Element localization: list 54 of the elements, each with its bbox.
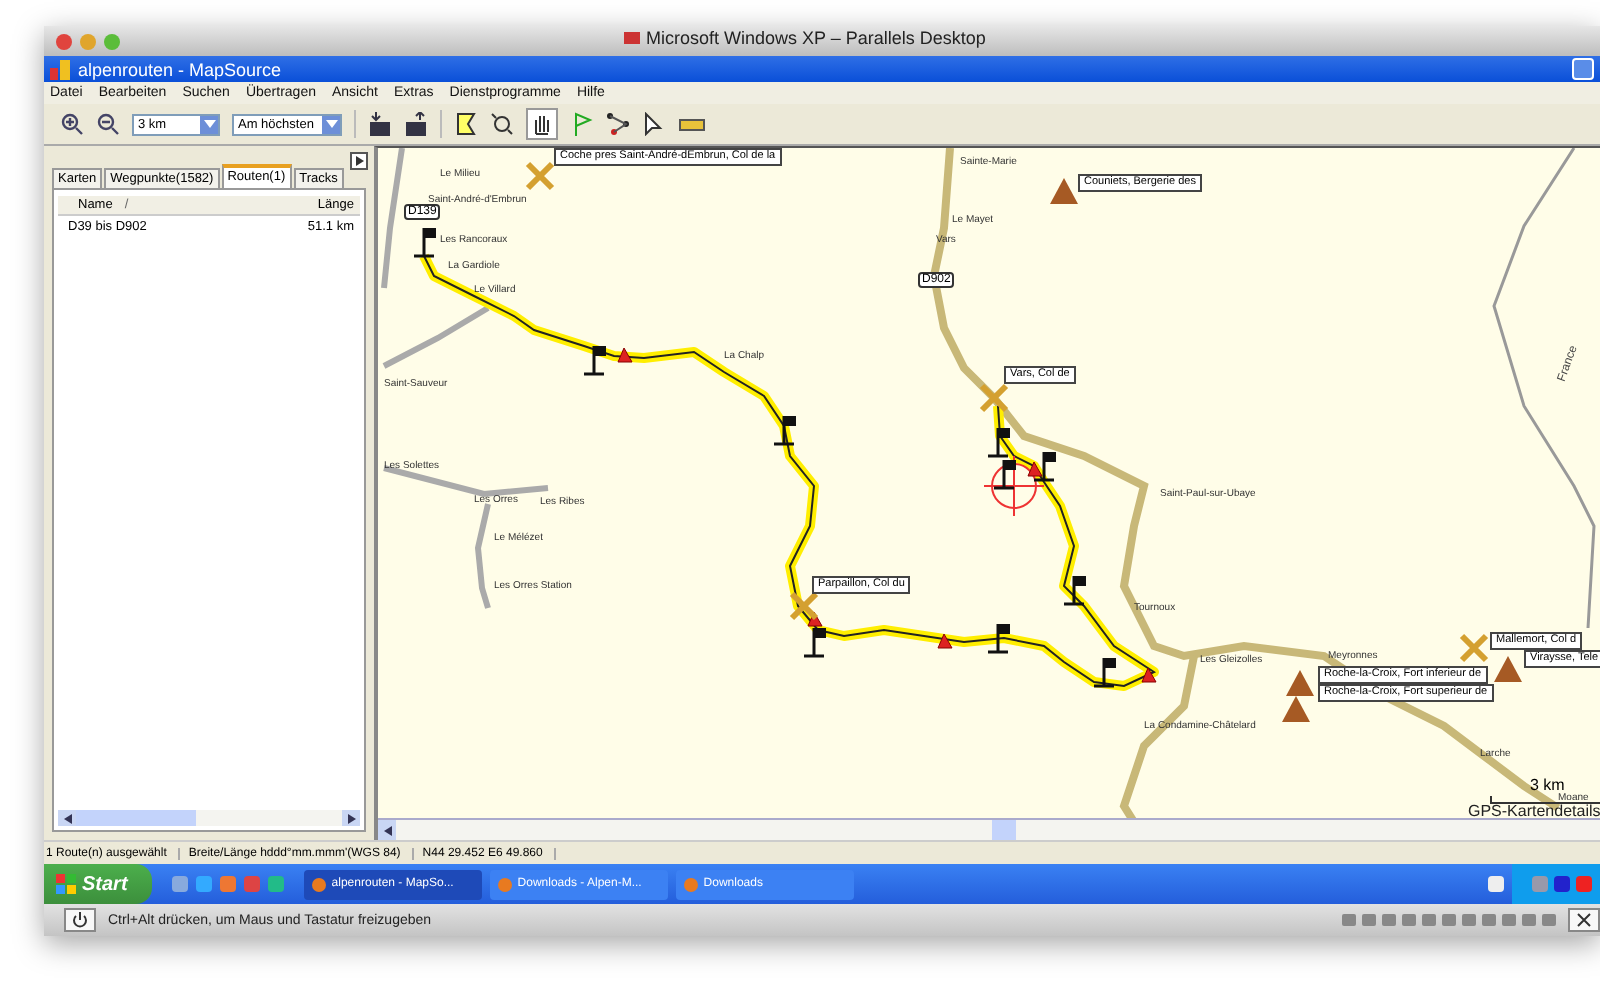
device-receive-icon[interactable] bbox=[368, 112, 392, 136]
scale-label: 3 km bbox=[1530, 776, 1565, 794]
triangle-flag-icon[interactable] bbox=[1141, 667, 1157, 683]
map-detail-label: GPS-Kartendetails bbox=[1468, 802, 1600, 819]
triangle-flag-icon[interactable] bbox=[807, 611, 823, 627]
pointer-icon[interactable] bbox=[642, 112, 666, 136]
ruler-icon[interactable] bbox=[678, 114, 706, 134]
close-button[interactable] bbox=[56, 33, 72, 49]
crosshair-icon bbox=[983, 455, 1045, 517]
help-icon[interactable] bbox=[1488, 876, 1504, 892]
triangle-flag-icon[interactable] bbox=[617, 347, 633, 363]
flag-icon[interactable] bbox=[1062, 574, 1086, 606]
settings-button[interactable] bbox=[1568, 908, 1600, 932]
mountain-icon[interactable] bbox=[1050, 178, 1078, 204]
horizontal-scrollbar[interactable] bbox=[378, 818, 1600, 840]
flag-icon[interactable] bbox=[992, 458, 1016, 490]
window-title: Microsoft Windows XP – Parallels Desktop bbox=[646, 28, 986, 48]
flag-icon[interactable] bbox=[986, 426, 1010, 458]
arrow-icon bbox=[383, 825, 391, 836]
collapse-button[interactable] bbox=[350, 152, 368, 170]
flag-icon[interactable] bbox=[412, 226, 436, 258]
scrollbar-thumb[interactable] bbox=[992, 820, 1016, 840]
flag-icon[interactable] bbox=[802, 626, 826, 658]
triangle-flag-icon[interactable] bbox=[937, 633, 953, 649]
zoom-in-icon[interactable] bbox=[60, 112, 84, 136]
flag-icon[interactable] bbox=[582, 344, 606, 376]
app-title: alpenrouten - MapSource bbox=[78, 59, 282, 79]
arrow-icon bbox=[355, 156, 363, 166]
flag-icon[interactable] bbox=[986, 622, 1010, 654]
windows-logo-icon bbox=[56, 874, 76, 894]
zoom-out-icon[interactable] bbox=[96, 112, 120, 136]
arrow-icon bbox=[347, 813, 355, 823]
power-icon bbox=[72, 912, 88, 928]
power-button[interactable] bbox=[64, 908, 96, 932]
route-tool-icon[interactable] bbox=[606, 112, 630, 136]
triangle-flag-icon[interactable] bbox=[1027, 461, 1043, 477]
flag-icon[interactable] bbox=[772, 414, 796, 446]
select-tool-icon[interactable] bbox=[454, 112, 478, 136]
zoom-tool-icon[interactable] bbox=[490, 112, 514, 136]
vm-icon bbox=[624, 32, 640, 44]
hand-icon[interactable] bbox=[526, 108, 558, 140]
mountain-icon[interactable] bbox=[1286, 670, 1314, 696]
flag-icon[interactable] bbox=[1092, 656, 1116, 688]
caret-icon bbox=[325, 120, 337, 128]
mountain-icon[interactable] bbox=[1494, 656, 1522, 682]
arrow-icon bbox=[63, 813, 71, 823]
app-icon bbox=[50, 59, 70, 79]
map-view[interactable] bbox=[378, 148, 1600, 819]
mountain-icon[interactable] bbox=[1282, 696, 1310, 722]
scale-bar bbox=[1490, 796, 1600, 804]
device-send-icon[interactable] bbox=[404, 112, 428, 136]
caret-icon bbox=[203, 120, 215, 128]
flag-icon[interactable] bbox=[1032, 450, 1056, 482]
horizontal-scrollbar[interactable] bbox=[58, 810, 360, 826]
